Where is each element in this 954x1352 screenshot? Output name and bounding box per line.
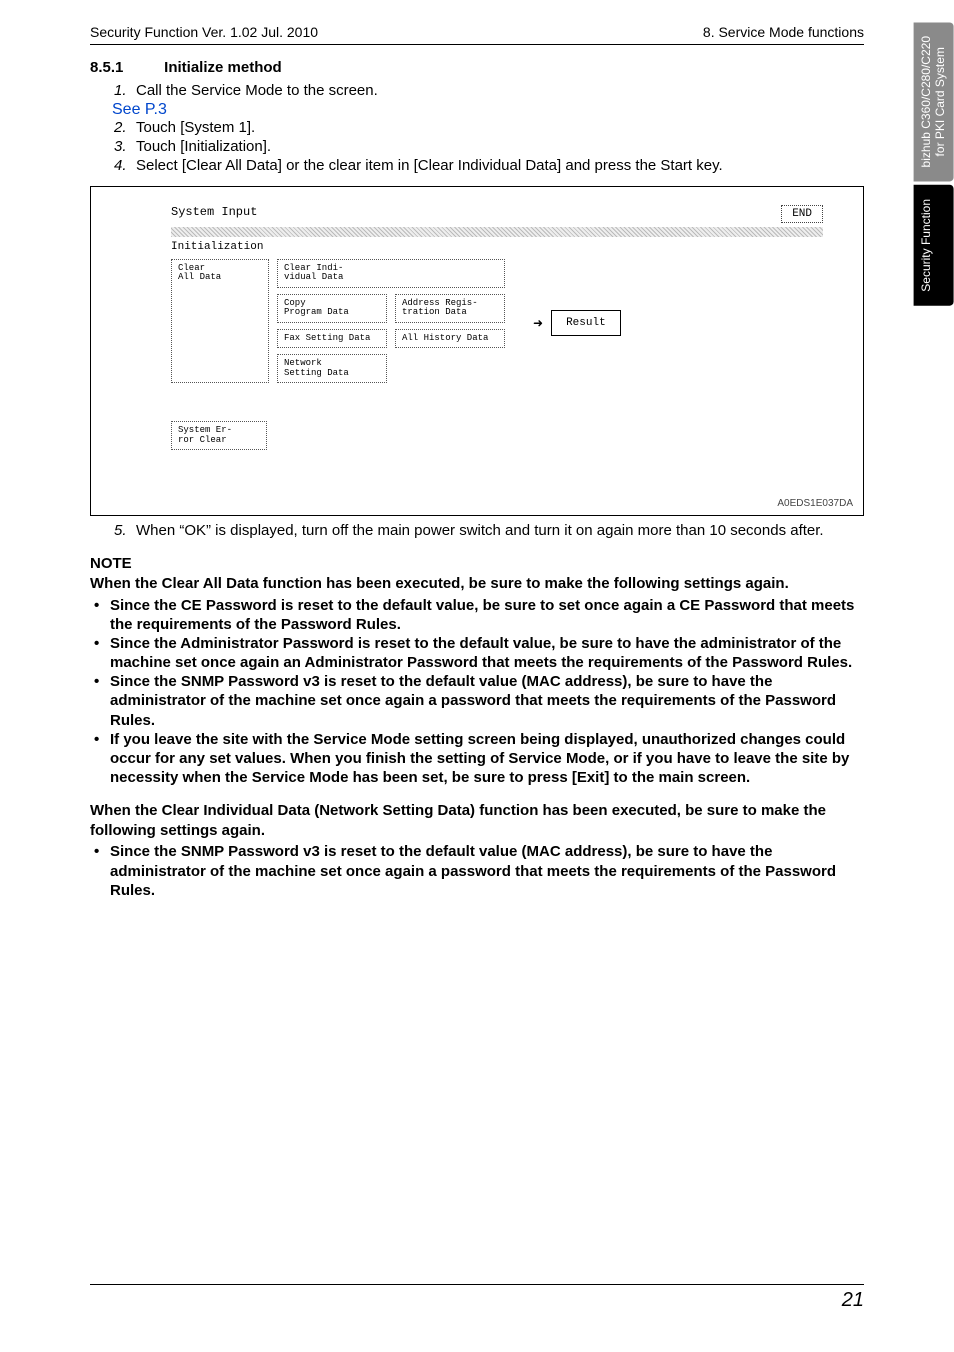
step-text: When “OK” is displayed, turn off the mai… <box>136 522 824 539</box>
fig-clear-individual-button[interactable]: Clear Indi- vidual Data <box>277 259 505 288</box>
note-heading: NOTE <box>90 555 864 572</box>
step-num: 5. <box>114 522 127 539</box>
fig-system-error-clear-button[interactable]: System Er- ror Clear <box>171 421 267 450</box>
note-bullets-2: Since the SNMP Password v3 is reset to t… <box>94 842 864 900</box>
note-lead-1: When the Clear All Data function has bee… <box>90 574 864 594</box>
fig-clear-all-button[interactable]: Clear All Data <box>171 259 269 383</box>
fig-address-reg-button[interactable]: Address Regis- tration Data <box>395 294 505 323</box>
see-link[interactable]: See P.3 <box>112 101 864 119</box>
bullet-item: Since the CE Password is reset to the de… <box>94 596 864 634</box>
side-tab-security: Security Function <box>914 185 954 306</box>
step-text: Call the Service Mode to the screen. <box>136 82 378 99</box>
fig-network-setting-button[interactable]: Network Setting Data <box>277 354 387 383</box>
fig-divider <box>171 227 823 237</box>
bullet-item: Since the Administrator Password is rese… <box>94 634 864 672</box>
header-right: 8. Service Mode functions <box>703 24 864 40</box>
bullet-item: Since the SNMP Password v3 is reset to t… <box>94 672 864 730</box>
step-text: Touch [Initialization]. <box>136 138 271 155</box>
fig-copy-program-button[interactable]: Copy Program Data <box>277 294 387 323</box>
section-number: 8.5.1 <box>90 59 160 76</box>
step-text: Select [Clear All Data] or the clear ite… <box>136 157 723 174</box>
fig-all-history-button[interactable]: All History Data <box>395 329 505 348</box>
header-left: Security Function Ver. 1.02 Jul. 2010 <box>90 24 318 40</box>
note-lead-2: When the Clear Individual Data (Network … <box>90 801 864 840</box>
fig-fax-setting-button[interactable]: Fax Setting Data <box>277 329 387 348</box>
note-bullets-1: Since the CE Password is reset to the de… <box>94 596 864 788</box>
step-num: 4. <box>114 157 127 174</box>
page-number: 21 <box>842 1289 864 1311</box>
arrow-icon: ➜ <box>533 316 543 330</box>
fig-initialization: Initialization <box>171 241 823 253</box>
section-title: Initialize method <box>164 59 282 76</box>
step-num: 2. <box>114 119 127 136</box>
step-num: 1. <box>114 82 127 99</box>
fig-result-box: Result <box>551 310 621 336</box>
bullet-item: If you leave the site with the Service M… <box>94 730 864 788</box>
screenshot-figure: System Input END Initialization Clear Al… <box>90 186 864 516</box>
step-num: 3. <box>114 138 127 155</box>
bullet-item: Since the SNMP Password v3 is reset to t… <box>94 842 864 900</box>
fig-end-button[interactable]: END <box>781 205 823 223</box>
fig-system-input: System Input <box>171 205 257 219</box>
step-text: Touch [System 1]. <box>136 119 255 136</box>
side-tab-model: bizhub C360/C280/C220 for PKI Card Syste… <box>914 22 954 181</box>
figure-code: A0EDS1E037DA <box>777 498 853 509</box>
section-heading: 8.5.1 Initialize method <box>90 59 864 76</box>
